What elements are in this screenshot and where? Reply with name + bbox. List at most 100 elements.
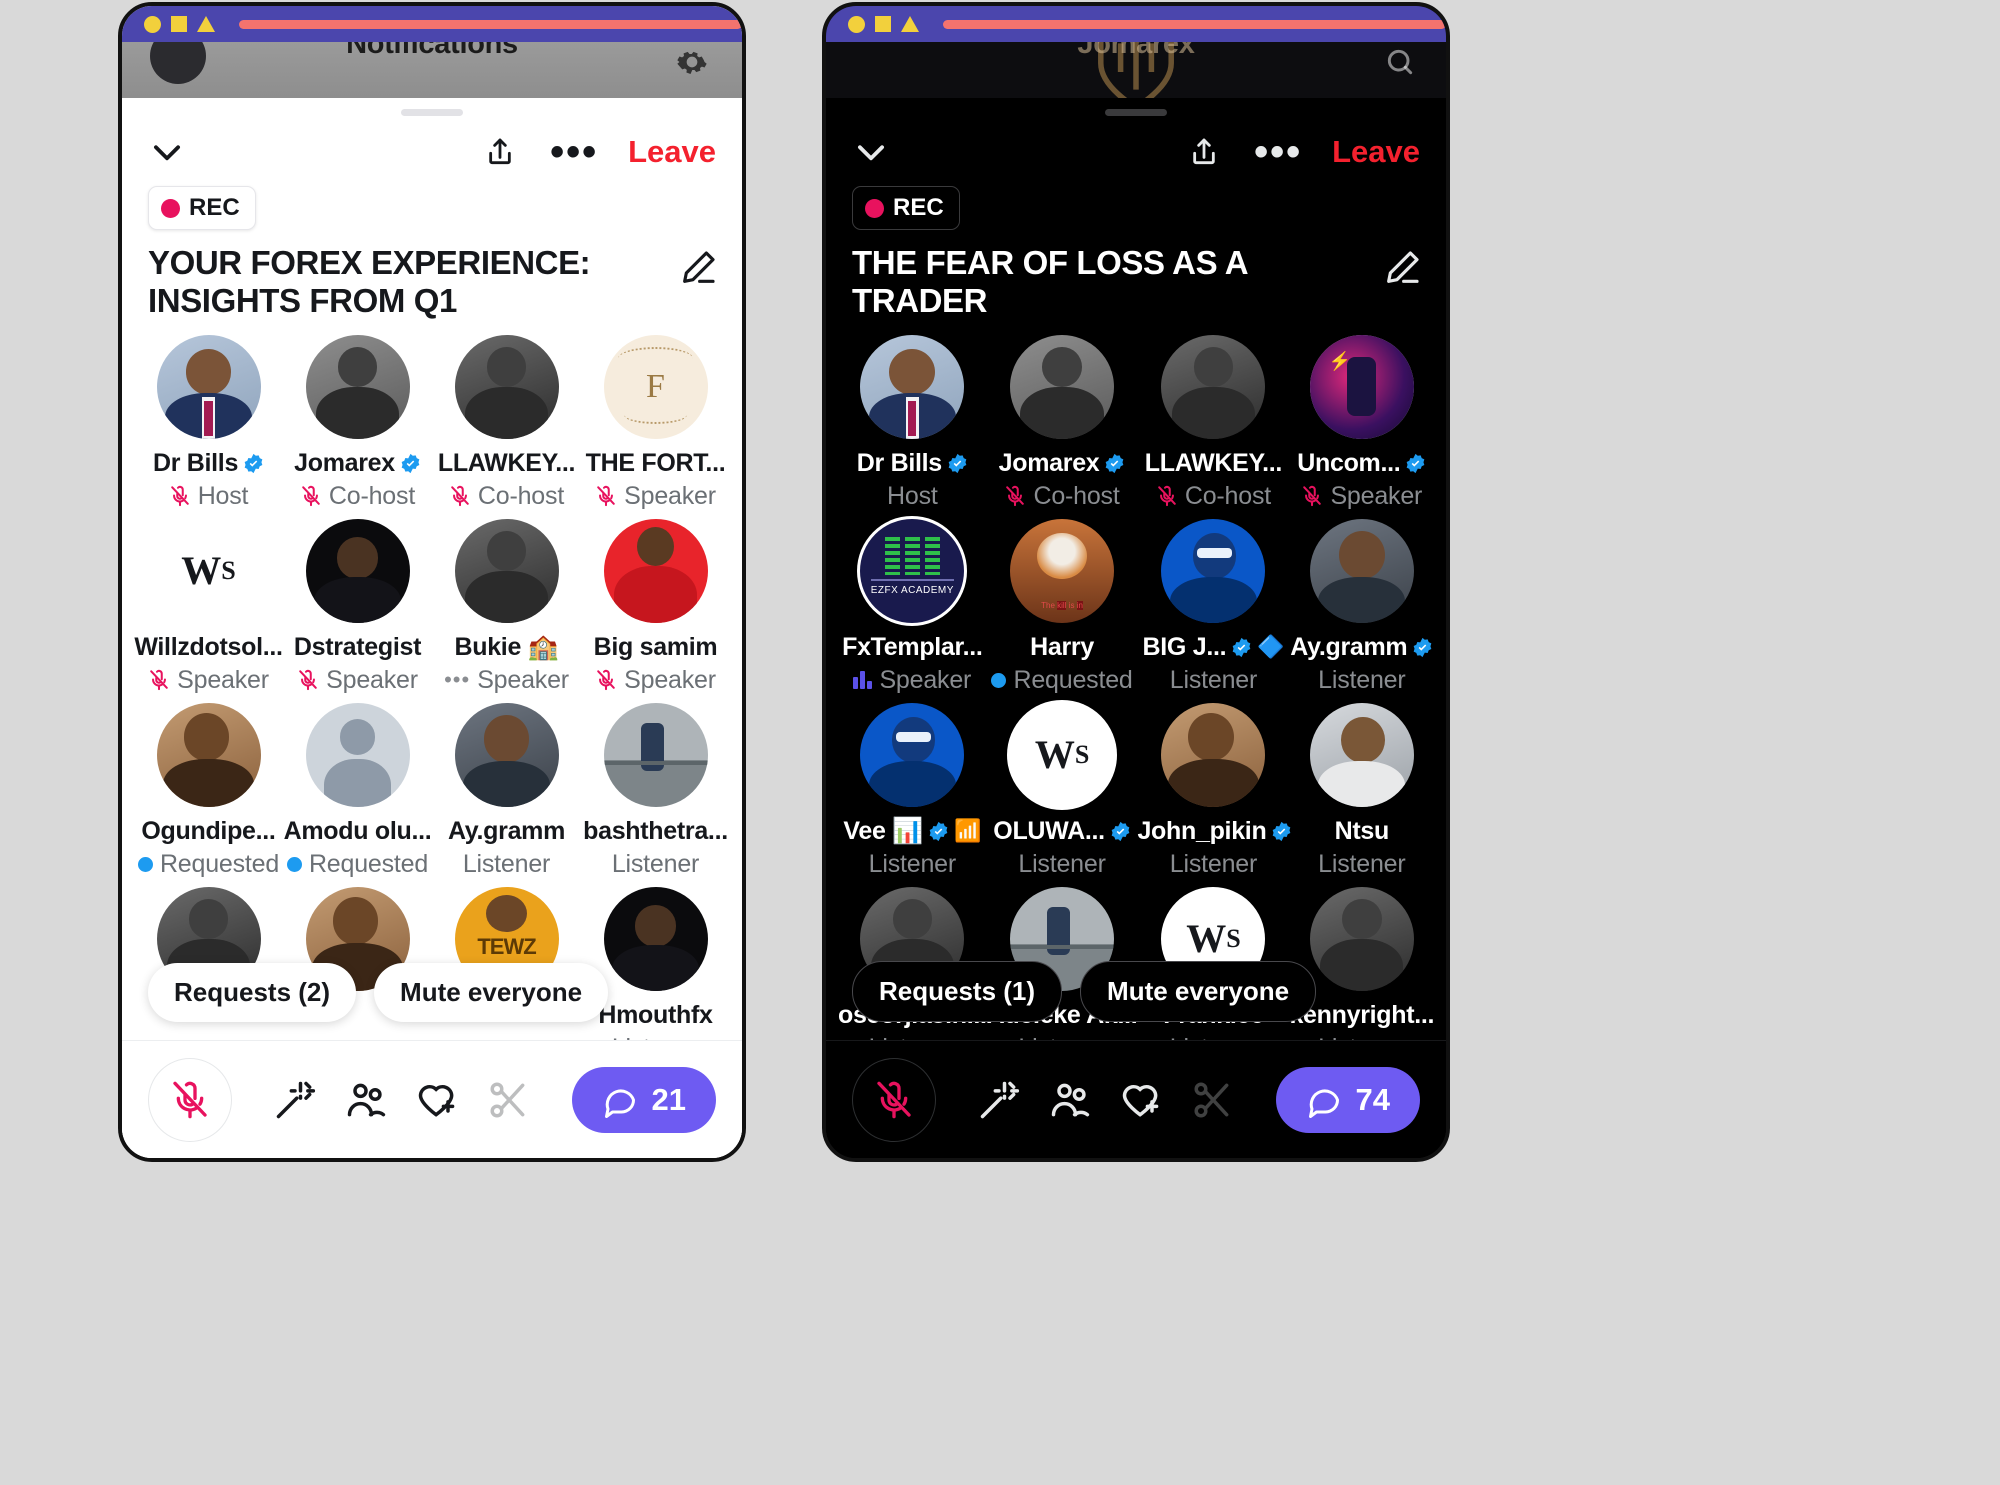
participant-name: BIG J... 🔷 [1143,633,1285,662]
scissors-icon[interactable] [1190,1078,1234,1122]
avatar[interactable] [305,518,410,623]
people-icon[interactable] [1048,1078,1092,1122]
participant-role-text: Speaker [624,665,716,694]
avatar[interactable] [454,702,559,807]
avatar[interactable] [1309,702,1414,807]
avatar[interactable]: WS [1010,702,1115,807]
participant-cell[interactable]: Bukie 🏫 ••• Speaker [432,518,581,695]
magic-wand-icon[interactable] [273,1078,317,1122]
participant-role-text: Co-host [1033,481,1120,510]
participant-cell[interactable]: Dr Bills Host [134,334,283,511]
participant-cell[interactable]: Ogundipe... Requested [134,702,283,879]
participant-cell[interactable]: bashthetra... Listener [581,702,730,879]
avatar[interactable] [156,702,261,807]
share-icon[interactable] [1188,134,1220,170]
participant-cell[interactable]: John_pikin Listener [1137,702,1291,879]
participants-scroll-left[interactable]: Dr Bills Host Jomarex Co-host LLAWKEY... Co-h… [122,321,742,1040]
traffic-triangle-icon[interactable] [901,16,919,32]
chat-button-right[interactable]: 74 [1275,1066,1420,1133]
avatar[interactable]: ⚡ [1309,334,1414,439]
mute-everyone-button[interactable]: Mute everyone [1080,961,1317,1022]
avatar[interactable] [603,702,708,807]
leave-button[interactable]: Leave [1332,134,1420,170]
pencil-icon[interactable] [678,248,718,288]
avatar[interactable]: WS [156,518,261,623]
floating-pills-right: Requests (1) Mute everyone [826,961,1446,1022]
mic-muted-button[interactable] [852,1057,936,1142]
progress-bar[interactable] [239,19,742,29]
participant-cell[interactable]: Ay.gramm Listener [1289,518,1434,695]
participant-cell[interactable]: Amodu olu... Requested [283,702,432,879]
participant-cell[interactable]: Ntsu Listener [1289,702,1434,879]
participant-cell[interactable]: W S Willzdotsol... Speaker [134,518,283,695]
sheet-grabber[interactable] [401,109,463,116]
avatar[interactable] [1161,518,1266,623]
leave-button[interactable]: Leave [628,134,716,170]
participant-cell[interactable]: EZFX ACADEMY FxTemplar... Speaker [838,518,987,695]
verified-badge-icon [244,453,263,473]
participant-cell[interactable]: W S OLUWA... Listener [987,702,1138,879]
avatar[interactable] [860,702,965,807]
chat-button-left[interactable]: 21 [571,1066,716,1133]
participant-cell[interactable]: Vee 📊 📶 Listener [838,702,987,879]
sheet-grabber[interactable] [1105,109,1167,116]
progress-bar[interactable] [943,19,1446,29]
mute-everyone-button[interactable]: Mute everyone [374,963,609,1022]
traffic-triangle-icon[interactable] [197,16,215,32]
avatar[interactable] [305,334,410,439]
avatar[interactable]: EZFX ACADEMY [860,518,965,623]
participant-cell[interactable]: LLAWKEY... Co-host [432,334,581,511]
magic-wand-icon[interactable] [977,1078,1021,1122]
participant-cell[interactable]: The kill is in Harry Requested [987,518,1138,695]
avatar[interactable] [454,334,559,439]
avatar[interactable] [860,334,965,439]
participant-cell[interactable]: Dr Bills Host [838,334,987,511]
avatar[interactable] [1309,518,1414,623]
avatar[interactable] [1010,334,1115,439]
traffic-circle-icon[interactable] [144,15,161,33]
scissors-icon[interactable] [486,1078,530,1122]
more-horizontal-icon[interactable]: ••• [550,132,598,172]
heart-plus-icon[interactable] [415,1078,459,1122]
window-topbar-left [122,6,742,42]
participant-cell[interactable]: LLAWKEY... Co-host [1137,334,1289,511]
requests-button[interactable]: Requests (1) [852,961,1063,1022]
share-icon[interactable] [484,134,516,170]
avatar[interactable] [1161,334,1266,439]
participant-cell[interactable]: ⚡ Uncom... Speaker [1289,334,1434,511]
traffic-circle-icon[interactable] [848,15,865,33]
participant-cell[interactable]: Big samim Speaker [581,518,730,695]
traffic-square-icon[interactable] [875,16,891,32]
mic-muted-icon [173,1081,207,1118]
avatar[interactable] [1161,702,1266,807]
avatar[interactable] [305,702,410,807]
participant-cell[interactable]: BIG J... 🔷 Listener [1137,518,1289,695]
screenshot-stage: Notifications ••• Leave REC YOUR FOREX E… [0,0,2000,1485]
participant-cell[interactable]: Dstrategist Speaker [283,518,432,695]
heart-plus-icon[interactable] [1119,1078,1163,1122]
chevron-down-icon[interactable] [852,139,890,165]
participant-role-text: Requested [1013,665,1133,694]
people-icon[interactable] [344,1078,388,1122]
participants-scroll-right[interactable]: Dr Bills Host Jomarex Co-host LLAWKEY... Co-h… [826,321,1446,1040]
traffic-square-icon[interactable] [171,16,187,32]
avatar[interactable] [156,334,261,439]
mic-muted-icon [1158,485,1176,507]
participant-cell[interactable]: Jomarex Co-host [987,334,1138,511]
requests-button[interactable]: Requests (2) [148,963,357,1022]
participant-name: Jomarex [999,449,1126,478]
participant-cell[interactable]: Jomarex Co-host [283,334,432,511]
search-icon [1387,49,1413,75]
avatar[interactable] [603,518,708,623]
avatar[interactable] [454,518,559,623]
participant-cell[interactable]: F THE FORT... Speaker [581,334,730,511]
more-horizontal-icon[interactable]: ••• [1254,132,1302,172]
pencil-icon[interactable] [1382,248,1422,288]
avatar[interactable]: F [603,334,708,439]
avatar[interactable]: The kill is in [1010,518,1115,623]
mic-muted-button[interactable] [148,1057,232,1142]
chevron-down-icon[interactable] [148,139,186,165]
participant-name: Vee 📊 📶 [843,817,981,846]
participant-cell[interactable]: Ay.gramm Listener [432,702,581,879]
participant-role: Speaker [297,666,418,695]
